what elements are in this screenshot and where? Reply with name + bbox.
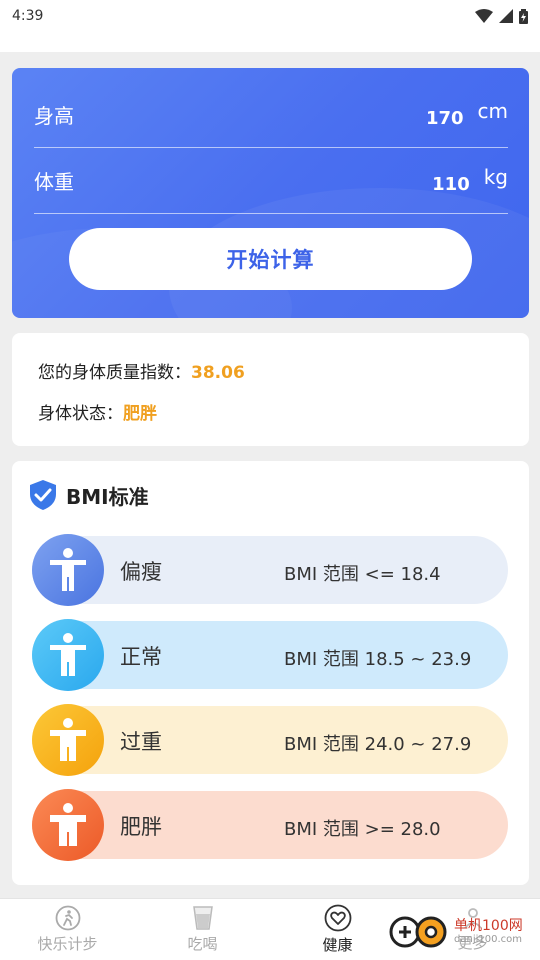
standards-title: BMI标准 [66, 484, 149, 509]
category-name: 过重 [120, 730, 162, 754]
tab-label: 快乐计步 [37, 935, 98, 953]
result-card: 您的身体质量指数：38.06 身体状态：肥胖 [12, 333, 529, 446]
category-name: 肥胖 [120, 815, 162, 839]
app-header [0, 32, 540, 52]
person-icon [32, 704, 104, 776]
battery-icon [519, 8, 528, 24]
body-status-label: 身体状态： [38, 404, 123, 424]
bmi-row-obese: 肥胖 BMI 范围 >= 28.0 [32, 789, 508, 861]
wifi-icon [475, 9, 493, 23]
bmi-row-normal: 正常 BMI 范围 18.5 ~ 23.9 [32, 619, 508, 691]
person-icon [32, 534, 104, 606]
category-range: BMI 范围 24.0 ~ 27.9 [284, 734, 472, 755]
height-unit: cm [477, 98, 508, 123]
watermark: 单机100网 danji100.com [388, 915, 523, 949]
person-icon [32, 789, 104, 861]
bmi-result-line: 您的身体质量指数：38.06 [38, 358, 245, 383]
tab-eat-drink[interactable]: 吃喝 [135, 899, 270, 960]
cup-icon [192, 906, 213, 930]
status-icons [475, 8, 528, 24]
watermark-title: 单机100网 [454, 917, 523, 934]
category-range: BMI 范围 <= 18.4 [284, 564, 441, 585]
bmi-row-overweight: 过重 BMI 范围 24.0 ~ 27.9 [32, 704, 508, 776]
weight-value[interactable]: 110 [432, 174, 470, 195]
weight-unit: kg [483, 164, 508, 189]
status-bar: 4:39 [0, 0, 540, 32]
weight-label: 体重 [34, 170, 74, 194]
height-label: 身高 [34, 104, 74, 128]
height-value[interactable]: 170 [426, 108, 464, 129]
person-icon [32, 619, 104, 691]
category-range: BMI 范围 18.5 ~ 23.9 [284, 649, 472, 670]
shield-check-icon [30, 480, 56, 510]
category-range: BMI 范围 >= 28.0 [284, 819, 441, 840]
tab-step-counter[interactable]: 快乐计步 [0, 899, 135, 960]
category-name: 正常 [120, 645, 162, 669]
category-name: 偏瘦 [120, 560, 162, 584]
bmi-standards-card: BMI标准 偏瘦 BMI 范围 <= 18.4 正常 BMI 范围 18.5 ~… [12, 461, 529, 885]
bmi-result-label: 您的身体质量指数： [38, 363, 191, 383]
tab-health[interactable]: 健康 [270, 899, 405, 960]
heart-icon [324, 904, 351, 932]
signal-icon [499, 9, 513, 23]
watermark-logo-icon [389, 916, 447, 948]
tab-label: 健康 [322, 936, 353, 954]
status-time: 4:39 [12, 8, 44, 24]
height-input-row[interactable]: 身高 170 cm [34, 82, 508, 148]
body-status-line: 身体状态：肥胖 [38, 399, 157, 424]
bmi-row-underweight: 偏瘦 BMI 范围 <= 18.4 [32, 534, 508, 606]
body-status-value: 肥胖 [123, 404, 157, 424]
bmi-calculator-card: 身高 170 cm 体重 110 kg 开始计算 [12, 68, 529, 318]
standards-header: BMI标准 [28, 479, 149, 511]
watermark-url: danji100.com [454, 934, 522, 946]
running-icon [55, 905, 80, 931]
bmi-result-value: 38.06 [191, 363, 245, 383]
watermark-text: 单机100网 danji100.com [454, 917, 523, 946]
calculate-button[interactable]: 开始计算 [69, 228, 472, 290]
weight-input-row[interactable]: 体重 110 kg [34, 148, 508, 214]
tab-label: 吃喝 [187, 935, 218, 953]
